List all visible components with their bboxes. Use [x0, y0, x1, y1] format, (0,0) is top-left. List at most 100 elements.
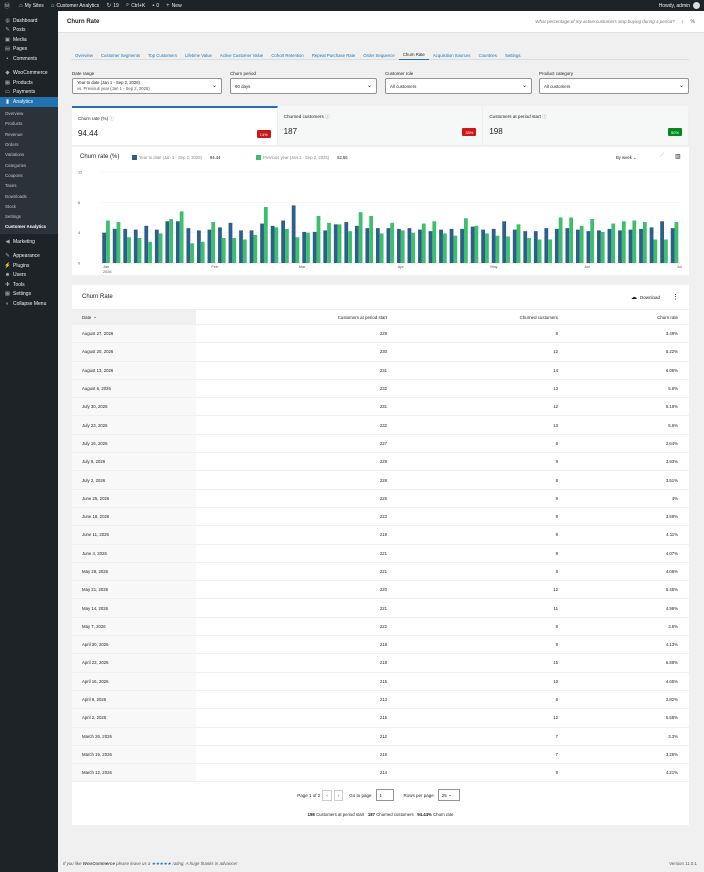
bar-current[interactable]	[112, 228, 117, 264]
bar-previous[interactable]	[127, 237, 131, 263]
page-input[interactable]: 1	[375, 789, 394, 801]
prev-page-button[interactable]: ‹	[322, 789, 332, 801]
bar-previous[interactable]	[158, 233, 163, 263]
my-sites-link[interactable]: ⌂ My Sites	[19, 3, 44, 9]
submenu-item-downloads[interactable]: Downloads	[0, 191, 58, 201]
bar-previous[interactable]	[200, 241, 205, 263]
bar-previous[interactable]	[232, 237, 237, 263]
bar-current[interactable]	[186, 228, 191, 263]
bar-current[interactable]	[354, 225, 359, 263]
submenu-item-customer-analytics[interactable]: Customer Analytics	[0, 222, 58, 232]
tab-overview[interactable]: Overview	[71, 48, 97, 60]
bar-previous[interactable]	[642, 222, 647, 263]
bar-previous[interactable]	[285, 228, 289, 264]
tab-active-customer-value[interactable]: Active Customer Value	[216, 48, 267, 60]
comments-link[interactable]: ▪ 0	[152, 3, 159, 9]
sidebar-item-collapse-menu[interactable]: ◐ Collapse Menu	[0, 299, 58, 309]
bar-previous[interactable]	[295, 237, 300, 263]
bar-previous[interactable]	[137, 237, 142, 263]
rating-link[interactable]: ★★★★★	[152, 861, 172, 866]
bar-current[interactable]	[544, 228, 549, 263]
bar-previous[interactable]	[600, 231, 605, 263]
tab-lifetime-value[interactable]: Lifetime Value	[181, 48, 216, 60]
tab-settings[interactable]: Settings	[501, 48, 525, 60]
tab-countries[interactable]: Countries	[475, 48, 501, 60]
bar-previous[interactable]	[306, 232, 310, 263]
col-churn-rate[interactable]: Churn rate	[558, 315, 678, 320]
bar-current[interactable]	[249, 230, 254, 263]
tab-acquisition-sources[interactable]: Acquisition Sources	[429, 48, 475, 60]
bar-previous[interactable]	[116, 222, 121, 263]
bar-current[interactable]	[333, 224, 338, 263]
bar-current[interactable]	[628, 229, 633, 263]
product-category-select[interactable]: All customers ⌄	[539, 78, 689, 94]
submenu-item-settings[interactable]: Settings	[0, 211, 58, 221]
bar-previous[interactable]	[400, 230, 405, 263]
bar-current[interactable]	[607, 228, 612, 264]
tab-churn-rate[interactable]: Churn Rate	[398, 48, 429, 60]
bar-current[interactable]	[323, 230, 328, 263]
bar-current[interactable]	[291, 205, 296, 263]
submenu-item-taxes[interactable]: Taxes	[0, 181, 58, 191]
submenu-item-categories[interactable]: Categories	[0, 160, 58, 170]
bar-current[interactable]	[639, 228, 643, 264]
bar-current[interactable]	[575, 229, 580, 263]
sidebar-item-tools[interactable]: ✚ Tools	[0, 280, 58, 290]
bar-previous[interactable]	[348, 231, 352, 263]
bar-previous[interactable]	[221, 237, 226, 263]
submenu-item-overview[interactable]: Overview	[0, 109, 58, 119]
bar-previous[interactable]	[463, 218, 468, 263]
bar-current[interactable]	[197, 230, 201, 263]
sidebar-item-pages[interactable]: ▤ Pages	[0, 45, 58, 55]
new-content-link[interactable]: + New	[166, 3, 182, 9]
bar-previous[interactable]	[527, 237, 531, 263]
col-date[interactable]: Date ⌄	[72, 310, 196, 324]
bar-previous[interactable]	[621, 221, 626, 263]
bar-current[interactable]	[260, 223, 264, 263]
command-search[interactable]: ⌕ Ctrl+K	[126, 2, 145, 9]
bar-current[interactable]	[491, 228, 496, 264]
bar-current[interactable]	[144, 225, 149, 263]
sidebar-item-payments[interactable]: ▭ Payments	[0, 88, 58, 98]
bar-previous[interactable]	[653, 239, 658, 263]
account-menu[interactable]: Howdy, admin	[659, 2, 700, 9]
bar-previous[interactable]	[664, 239, 668, 263]
bar-previous[interactable]	[106, 220, 110, 263]
bar-current[interactable]	[375, 228, 380, 263]
bar-previous[interactable]	[432, 221, 437, 263]
bar-current[interactable]	[102, 232, 107, 263]
bar-current[interactable]	[312, 231, 317, 263]
bar-previous[interactable]	[411, 232, 416, 263]
bar-current[interactable]	[365, 228, 370, 263]
bar-current[interactable]	[207, 229, 212, 263]
bar-previous[interactable]	[242, 239, 247, 263]
bar-previous[interactable]	[453, 235, 458, 263]
sidebar-item-comments[interactable]: ▪ Comments	[0, 54, 58, 64]
bar-previous[interactable]	[316, 215, 321, 263]
bar-current[interactable]	[165, 221, 170, 263]
bar-current[interactable]	[618, 230, 622, 263]
sidebar-item-products[interactable]: ▦ Products	[0, 78, 58, 88]
bar-current[interactable]	[270, 225, 275, 263]
bar-previous[interactable]	[274, 227, 279, 263]
bar-previous[interactable]	[337, 224, 342, 263]
sidebar-item-appearance[interactable]: ✎ Appearance	[0, 252, 58, 262]
bar-previous[interactable]	[179, 211, 184, 263]
bar-previous[interactable]	[632, 220, 637, 263]
bar-previous[interactable]	[211, 222, 216, 263]
bar-previous[interactable]	[611, 223, 616, 263]
bar-previous[interactable]	[590, 219, 595, 263]
bar-current[interactable]	[586, 231, 591, 263]
bar-current[interactable]	[502, 221, 507, 263]
bar-current[interactable]	[228, 222, 233, 263]
bar-previous[interactable]	[169, 219, 174, 263]
bar-current[interactable]	[418, 229, 422, 263]
bar-previous[interactable]	[442, 233, 447, 263]
bar-previous[interactable]	[569, 217, 574, 264]
bar-current[interactable]	[649, 227, 654, 263]
bar-current[interactable]	[344, 222, 349, 263]
bar-current[interactable]	[154, 229, 159, 263]
bar-current[interactable]	[386, 228, 391, 263]
bar-previous[interactable]	[558, 217, 563, 264]
next-page-button[interactable]: ›	[333, 789, 344, 801]
